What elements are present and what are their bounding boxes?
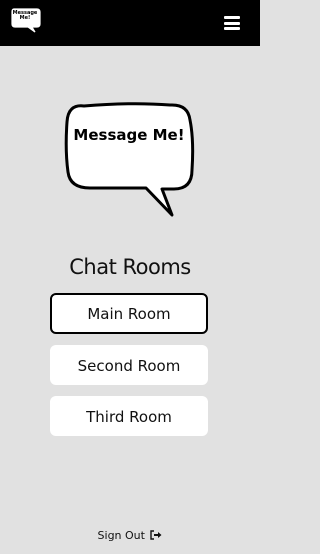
sign-out-link[interactable]: Sign Out <box>0 529 260 542</box>
page: Message Me! Message Me! Chat Rooms Main … <box>0 0 260 554</box>
menu-bar <box>224 21 240 25</box>
navbar: Message Me! <box>0 0 260 46</box>
sign-out-icon <box>150 530 162 540</box>
hero-logo-text: Message Me! <box>73 126 185 144</box>
menu-bar <box>224 27 240 30</box>
hamburger-menu-icon[interactable] <box>224 16 240 30</box>
hero-logo: Message Me! <box>62 100 198 220</box>
menu-bar <box>224 16 240 19</box>
room-list: Main Room Second Room Third Room <box>50 293 209 447</box>
navbar-logo-text: Message Me! <box>12 10 38 21</box>
sign-out-label: Sign Out <box>97 529 145 542</box>
room-button-main[interactable]: Main Room <box>50 293 208 334</box>
navbar-logo[interactable]: Message Me! <box>10 7 42 35</box>
room-button-second[interactable]: Second Room <box>50 345 208 385</box>
chat-rooms-title: Chat Rooms <box>69 255 191 279</box>
room-button-third[interactable]: Third Room <box>50 396 208 436</box>
speech-bubble-icon <box>64 102 195 217</box>
